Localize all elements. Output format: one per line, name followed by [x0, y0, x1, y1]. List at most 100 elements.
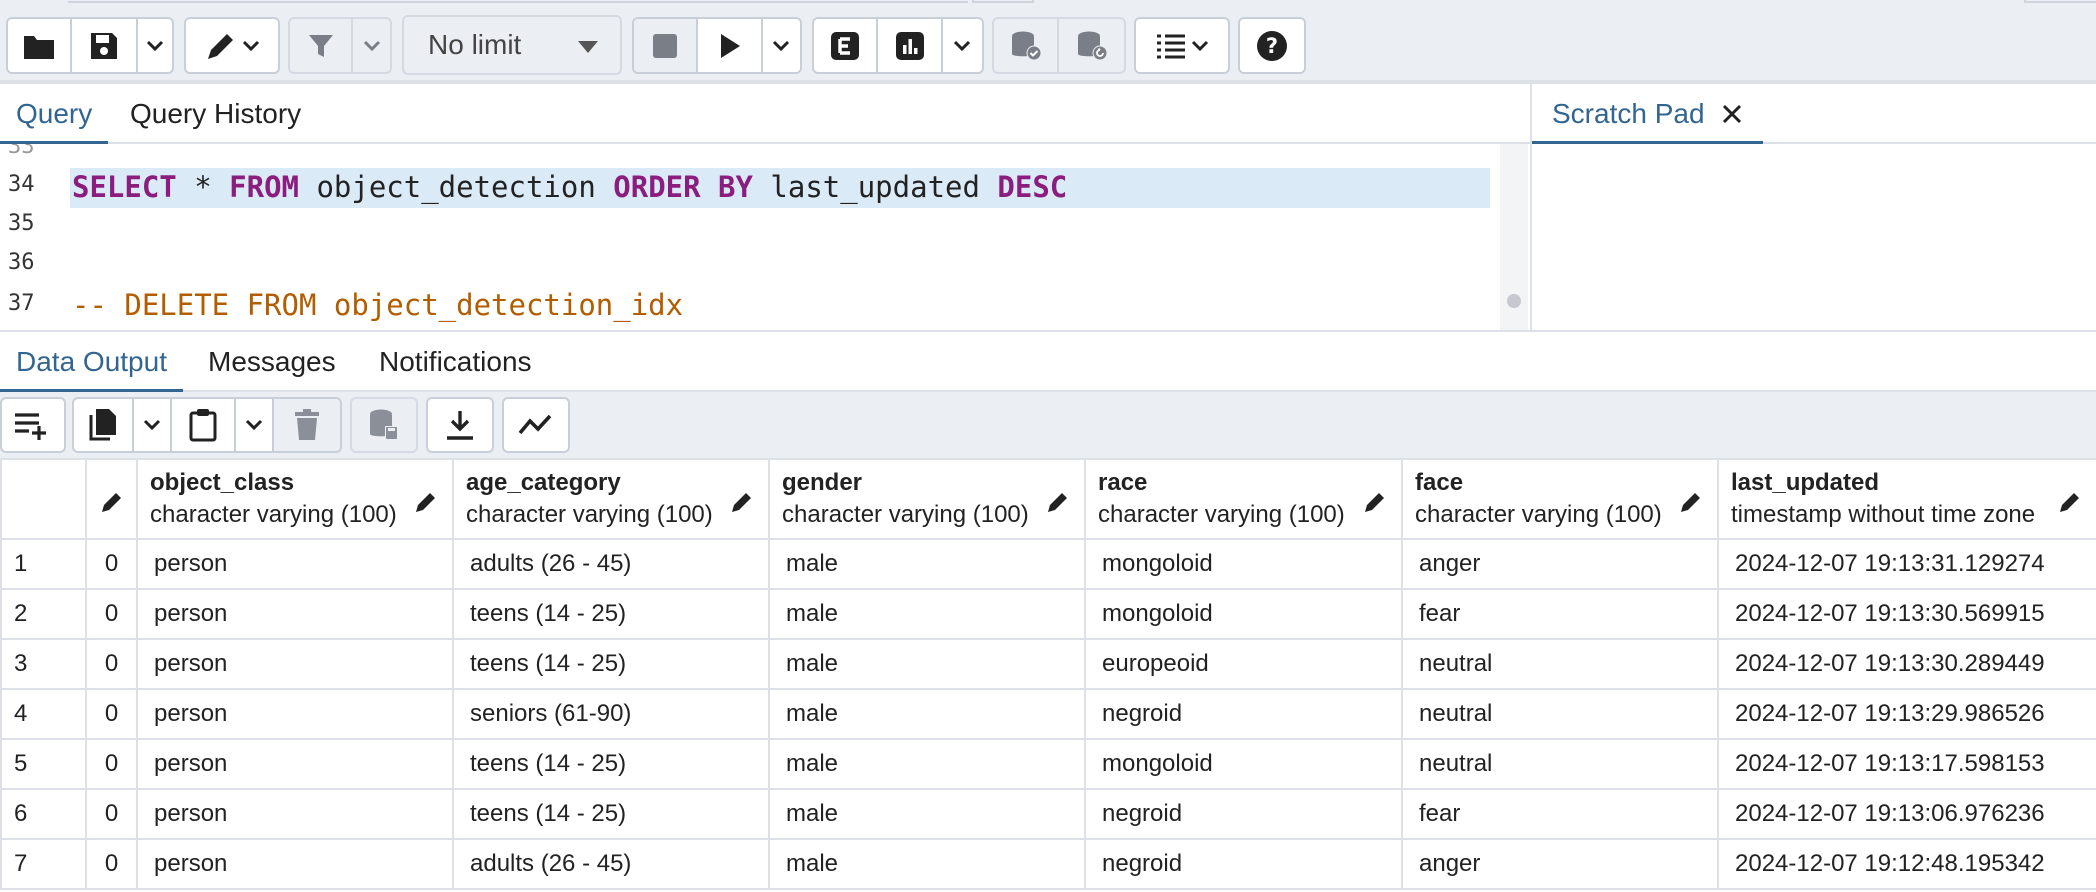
explain-options-dropdown[interactable]: [943, 19, 982, 72]
table-cell[interactable]: male: [768, 788, 1086, 840]
table-cell[interactable]: neutral: [1401, 638, 1719, 690]
column-header[interactable]: object_class character varying (100): [136, 458, 454, 540]
table-cell[interactable]: negroid: [1084, 688, 1403, 740]
pencil-icon[interactable]: [730, 490, 754, 514]
column-header[interactable]: last_updated timestamp without time zone: [1717, 458, 2096, 540]
tab-messages[interactable]: Messages: [208, 332, 336, 392]
table-row[interactable]: 5 0 person teens (14 - 25) male mongoloi…: [0, 738, 2096, 790]
table-cell[interactable]: person: [136, 638, 454, 690]
table-cell[interactable]: neutral: [1401, 738, 1719, 790]
table-cell[interactable]: person: [136, 688, 454, 740]
row-number[interactable]: 6: [0, 788, 87, 840]
copy-button[interactable]: [74, 399, 134, 451]
table-row[interactable]: 3 0 person teens (14 - 25) male europeoi…: [0, 638, 2096, 690]
table-row[interactable]: 7 0 person adults (26 - 45) male negroid…: [0, 838, 2096, 890]
table-cell[interactable]: anger: [1401, 538, 1719, 590]
table-cell[interactable]: male: [768, 838, 1086, 890]
pencil-icon[interactable]: [1363, 490, 1387, 514]
add-row-button[interactable]: [2, 399, 64, 451]
paste-options-dropdown[interactable]: [236, 399, 274, 451]
execute-options-dropdown[interactable]: [763, 19, 800, 72]
help-button[interactable]: ?: [1240, 19, 1304, 72]
editor-scrollbar[interactable]: [1500, 144, 1528, 330]
table-cell[interactable]: teens (14 - 25): [452, 588, 770, 640]
tab-data-output[interactable]: Data Output: [0, 332, 183, 393]
scrollbar-thumb[interactable]: [1507, 294, 1521, 308]
row-number[interactable]: 4: [0, 688, 87, 740]
table-cell[interactable]: europeoid: [1084, 638, 1403, 690]
table-cell[interactable]: 2024-12-07 19:13:06.976236: [1717, 788, 2096, 840]
scratch-pad-area[interactable]: [1530, 144, 2096, 330]
table-cell[interactable]: 0: [85, 638, 138, 690]
graph-visualiser-button[interactable]: [504, 399, 568, 451]
pencil-icon[interactable]: [1679, 490, 1703, 514]
table-cell[interactable]: adults (26 - 45): [452, 538, 770, 590]
table-row[interactable]: 6 0 person teens (14 - 25) male negroid …: [0, 788, 2096, 840]
tab-scratch-pad[interactable]: Scratch Pad: [1532, 84, 1763, 145]
table-cell[interactable]: 2024-12-07 19:13:30.569915: [1717, 588, 2096, 640]
filter-options-dropdown[interactable]: [353, 19, 390, 72]
execute-button[interactable]: [698, 19, 763, 72]
table-cell[interactable]: mongoloid: [1084, 538, 1403, 590]
table-cell[interactable]: fear: [1401, 588, 1719, 640]
table-cell[interactable]: male: [768, 538, 1086, 590]
row-number[interactable]: 3: [0, 638, 87, 690]
column-header[interactable]: face character varying (100): [1401, 458, 1719, 540]
filter-button[interactable]: [290, 19, 354, 72]
row-limit-select[interactable]: No limit: [402, 15, 622, 75]
table-cell[interactable]: negroid: [1084, 788, 1403, 840]
table-cell[interactable]: 2024-12-07 19:13:17.598153: [1717, 738, 2096, 790]
tab-notifications[interactable]: Notifications: [379, 332, 532, 392]
column-header[interactable]: gender character varying (100): [768, 458, 1086, 540]
table-cell[interactable]: negroid: [1084, 838, 1403, 890]
row-number[interactable]: 2: [0, 588, 87, 640]
table-cell[interactable]: 0: [85, 688, 138, 740]
rollback-button[interactable]: [1059, 19, 1124, 72]
macros-menu-button[interactable]: [1136, 19, 1228, 72]
open-file-button[interactable]: [8, 19, 72, 72]
table-cell[interactable]: male: [768, 738, 1086, 790]
paste-button[interactable]: [172, 399, 236, 451]
table-cell[interactable]: 0: [85, 838, 138, 890]
column-header[interactable]: age_category character varying (100): [452, 458, 770, 540]
table-cell[interactable]: person: [136, 788, 454, 840]
row-number[interactable]: 5: [0, 738, 87, 790]
row-number-header[interactable]: [0, 458, 87, 540]
save-options-dropdown[interactable]: [138, 19, 172, 72]
copy-options-dropdown[interactable]: [134, 399, 172, 451]
table-cell[interactable]: neutral: [1401, 688, 1719, 740]
table-cell[interactable]: teens (14 - 25): [452, 638, 770, 690]
pencil-icon[interactable]: [2058, 490, 2082, 514]
table-cell[interactable]: person: [136, 588, 454, 640]
table-cell[interactable]: teens (14 - 25): [452, 788, 770, 840]
table-cell[interactable]: person: [136, 838, 454, 890]
row-edit-header[interactable]: [85, 458, 138, 540]
table-cell[interactable]: person: [136, 538, 454, 590]
pencil-icon[interactable]: [1046, 490, 1070, 514]
stop-button[interactable]: [634, 19, 699, 72]
commit-button[interactable]: [994, 19, 1060, 72]
delete-row-button[interactable]: [274, 399, 340, 451]
table-cell[interactable]: 0: [85, 738, 138, 790]
table-cell[interactable]: 2024-12-07 19:13:30.289449: [1717, 638, 2096, 690]
column-header[interactable]: race character varying (100): [1084, 458, 1403, 540]
table-cell[interactable]: male: [768, 638, 1086, 690]
table-cell[interactable]: 0: [85, 788, 138, 840]
tab-query[interactable]: Query: [0, 84, 109, 145]
table-cell[interactable]: 2024-12-07 19:13:29.986526: [1717, 688, 2096, 740]
table-cell[interactable]: male: [768, 588, 1086, 640]
explain-button[interactable]: [814, 19, 879, 72]
table-cell[interactable]: 0: [85, 538, 138, 590]
table-cell[interactable]: 0: [85, 588, 138, 640]
table-cell[interactable]: anger: [1401, 838, 1719, 890]
table-row[interactable]: 2 0 person teens (14 - 25) male mongoloi…: [0, 588, 2096, 640]
table-cell[interactable]: seniors (61-90): [452, 688, 770, 740]
tab-query-history[interactable]: Query History: [130, 84, 301, 144]
table-row[interactable]: 1 0 person adults (26 - 45) male mongolo…: [0, 538, 2096, 590]
row-number[interactable]: 7: [0, 838, 87, 890]
table-cell[interactable]: adults (26 - 45): [452, 838, 770, 890]
save-file-button[interactable]: [72, 19, 138, 72]
explain-analyze-button[interactable]: [878, 19, 943, 72]
table-cell[interactable]: fear: [1401, 788, 1719, 840]
sql-editor[interactable]: 33 34 35 36 37 SELECT * FROM object_dete…: [0, 144, 1500, 330]
